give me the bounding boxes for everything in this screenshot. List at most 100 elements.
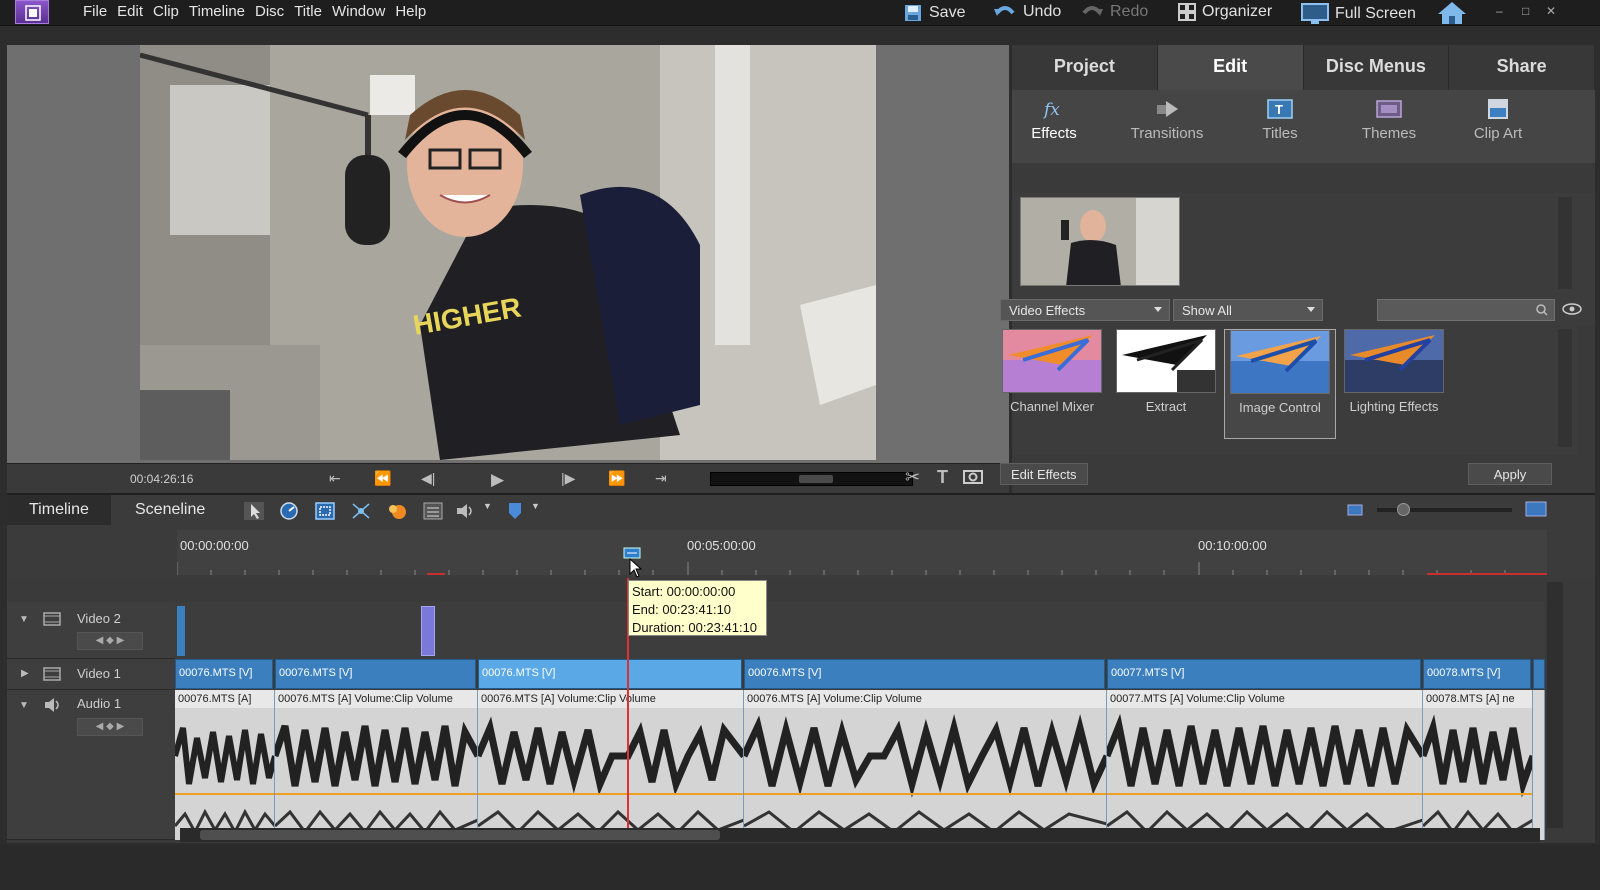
audio-waveform	[1423, 708, 1532, 840]
video-2-lane[interactable]	[175, 602, 1545, 659]
tab-project[interactable]: Project	[1012, 45, 1158, 90]
effects-category-dropdown[interactable]: Video Effects	[1000, 299, 1170, 321]
step-forward-icon[interactable]: |▶	[561, 470, 575, 487]
zoom-in-icon[interactable]	[1525, 501, 1547, 517]
video-clip[interactable]: 00076.MTS [V]	[744, 659, 1105, 689]
maximize-icon[interactable]: □	[1522, 4, 1529, 18]
tab-disc-menus[interactable]: Disc Menus	[1303, 45, 1450, 90]
fast-forward-icon[interactable]: ⏩	[608, 470, 625, 487]
go-to-start-icon[interactable]: ⇤	[329, 470, 341, 487]
marker-icon[interactable]	[505, 502, 525, 520]
video-clip[interactable]: 00076.MTS [V]	[275, 659, 476, 689]
smart-mix-icon[interactable]	[387, 502, 407, 520]
shuttle-slider[interactable]	[710, 472, 913, 486]
zoom-out-icon[interactable]	[1347, 504, 1363, 516]
effects-search-input[interactable]	[1377, 299, 1555, 321]
video-clip[interactable]: 00077.MTS [V]	[1107, 659, 1421, 689]
play-icon[interactable]: ▶	[491, 470, 504, 490]
scrollbar-thumb[interactable]	[200, 830, 720, 840]
smart-fix-icon[interactable]	[315, 502, 335, 520]
menu-title[interactable]: Title	[289, 3, 327, 20]
menu-file[interactable]: File	[78, 3, 112, 20]
clip-art-icon	[1488, 99, 1508, 119]
video-preview[interactable]: HIGHER	[140, 45, 876, 460]
menu-clip[interactable]: Clip	[148, 3, 184, 20]
video-clip[interactable]	[1533, 659, 1545, 689]
volume-icon[interactable]	[455, 502, 475, 520]
split-clip-scissors-icon[interactable]: ✂	[905, 467, 920, 488]
effect-extract[interactable]: Extract	[1114, 329, 1218, 414]
rewind-icon[interactable]: ⏪	[374, 470, 391, 487]
organizer-button[interactable]: Organizer	[1178, 3, 1272, 21]
freeze-frame-camera-icon[interactable]	[963, 468, 983, 487]
selection-arrow-icon[interactable]	[244, 502, 264, 520]
zoom-slider-knob[interactable]	[1397, 503, 1410, 516]
show-filter-dropdown[interactable]: Show All	[1173, 299, 1323, 321]
audio-clip[interactable]: 00077.MTS [A] Volume:Clip Volume	[1107, 690, 1423, 840]
effects-scrollbar[interactable]	[1558, 329, 1572, 447]
shuttle-knob[interactable]	[799, 475, 833, 483]
video-clip[interactable]: 00078.MTS [V]	[1423, 659, 1531, 689]
time-stretch-icon[interactable]	[279, 502, 299, 520]
menu-edit[interactable]: Edit	[112, 3, 148, 20]
audio-clip[interactable]: 00076.MTS [A]	[175, 690, 275, 840]
collapse-triangle-icon[interactable]: ▼	[19, 700, 29, 711]
close-icon[interactable]: ✕	[1546, 4, 1556, 18]
effect-image-control[interactable]: Image Control	[1224, 329, 1336, 439]
add-text-icon[interactable]: T	[937, 467, 948, 488]
edit-effects-button[interactable]: Edit Effects	[1000, 463, 1088, 485]
save-button[interactable]: Save	[903, 3, 965, 23]
marker-dropdown-chevron-icon[interactable]: ▼	[531, 501, 540, 511]
apply-button[interactable]: Apply	[1468, 463, 1552, 485]
audio-waveform	[744, 708, 1106, 840]
titles-tool[interactable]: T Titles	[1225, 98, 1335, 142]
zoom-slider[interactable]	[1377, 503, 1512, 516]
menu-disc[interactable]: Disc	[250, 3, 289, 20]
audio-clip-header: 00078.MTS [A] ne	[1423, 690, 1532, 708]
effect-lighting-effects[interactable]: Lighting Effects	[1342, 329, 1446, 414]
tab-sceneline[interactable]: Sceneline	[113, 495, 227, 525]
thumbnail-scrollbar[interactable]	[1558, 197, 1572, 289]
transitions-tool[interactable]: Transitions	[1112, 98, 1222, 142]
home-icon[interactable]	[1437, 1, 1467, 25]
audio-clip[interactable]: 00078.MTS [A] ne	[1423, 690, 1533, 840]
motion-tracking-icon[interactable]	[351, 502, 371, 520]
minimize-icon[interactable]: –	[1496, 4, 1503, 18]
timecode-display[interactable]: 00:04:26:16	[130, 472, 193, 486]
effects-tool[interactable]: fx Effects	[999, 98, 1109, 142]
audio-clip[interactable]	[1533, 690, 1545, 840]
effect-channel-mixer[interactable]: Channel Mixer	[1000, 329, 1104, 414]
audio-clip[interactable]: 00076.MTS [A] Volume:Clip Volume	[478, 690, 744, 840]
timeline-horizontal-scrollbar[interactable]	[180, 828, 1540, 842]
audio-clip[interactable]: 00076.MTS [A] Volume:Clip Volume	[275, 690, 478, 840]
clip-art-tool[interactable]: Clip Art	[1443, 98, 1553, 142]
full-screen-button[interactable]: Full Screen	[1301, 3, 1416, 25]
keyframe-controls[interactable]: ◀ ◆ ▶	[77, 632, 143, 650]
selected-clip-thumbnail[interactable]	[1020, 197, 1180, 286]
volume-dropdown-chevron-icon[interactable]: ▼	[483, 501, 492, 511]
step-back-icon[interactable]: ◀|	[421, 470, 435, 487]
tab-share[interactable]: Share	[1449, 45, 1595, 90]
menu-window[interactable]: Window	[327, 3, 390, 20]
undo-button[interactable]: Undo	[993, 3, 1061, 21]
time-ruler[interactable]: 00:00:00:00 00:05:00:00 00:10:00:00	[177, 530, 1547, 578]
video-clip[interactable]: 00076.MTS [V]	[175, 659, 273, 689]
themes-tool[interactable]: Themes	[1334, 98, 1444, 142]
video-clip-selected[interactable]: 00076.MTS [V]	[478, 659, 742, 689]
tab-timeline[interactable]: Timeline	[7, 495, 111, 525]
audio-mixer-icon[interactable]	[423, 502, 443, 520]
tab-edit[interactable]: Edit	[1157, 45, 1304, 90]
go-to-end-icon[interactable]: ⇥	[655, 470, 667, 487]
menu-timeline[interactable]: Timeline	[184, 3, 250, 20]
redo-button[interactable]: Redo	[1080, 3, 1148, 21]
expand-triangle-icon[interactable]: ▶	[21, 668, 29, 679]
video-2-clip[interactable]	[177, 606, 185, 656]
tracks-vertical-scrollbar[interactable]	[1547, 582, 1563, 828]
eye-icon[interactable]	[1562, 302, 1582, 316]
full-screen-label: Full Screen	[1335, 5, 1416, 22]
keyframe-controls[interactable]: ◀ ◆ ▶	[77, 718, 143, 736]
menu-help[interactable]: Help	[390, 3, 431, 20]
collapse-triangle-icon[interactable]: ▼	[19, 614, 29, 625]
video-2-clip[interactable]	[421, 606, 435, 656]
audio-clip[interactable]: 00076.MTS [A] Volume:Clip Volume	[744, 690, 1107, 840]
